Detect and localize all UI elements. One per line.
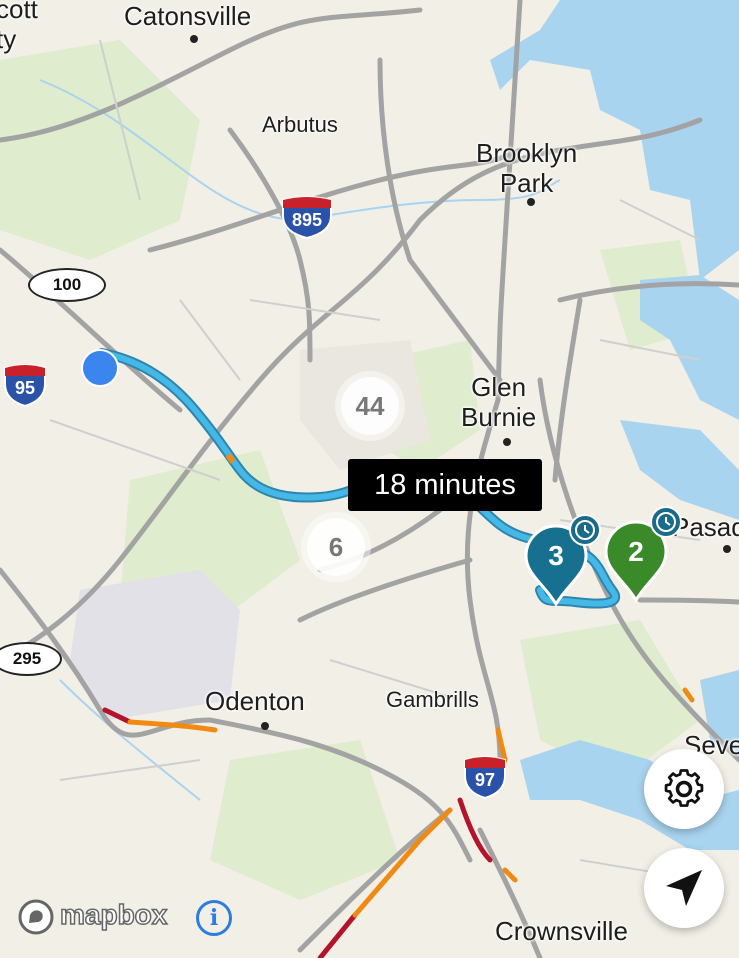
place-label-line: Glen [471,372,527,402]
place-label-brooklyn-park: Brooklyn Park [476,138,577,198]
interstate-number: 895 [291,210,323,230]
place-label-line: Park [499,168,554,198]
interstate-shield-95: 95 [2,364,48,408]
clock-icon [650,506,682,538]
mapbox-icon [18,899,54,935]
place-label-odenton: Odenton [205,686,305,716]
route-traffic-moderate [225,453,236,464]
place-label-crownsville: Crownsville [495,916,628,946]
clock-icon [569,514,601,546]
mapbox-wordmark: mapbox [59,898,168,931]
navigation-arrow-icon [666,870,702,906]
route-shield-100: 100 [28,268,106,302]
interstate-number: 97 [474,770,496,790]
place-dot [723,545,731,553]
place-label-catonsville: Catonsville [124,1,252,31]
place-dot [261,722,269,730]
place-label-ellicott: cott ty [0,0,38,54]
mapbox-logo[interactable]: mapbox [16,897,186,937]
cluster-marker-44[interactable]: 44 [341,377,399,435]
interstate-number: 95 [14,378,36,398]
interstate-shield-97: 97 [462,756,508,800]
interstate-shield-895: 895 [280,196,334,240]
place-dot [527,198,535,206]
place-label-arbutus: Arbutus [262,112,338,137]
place-label-pasadena: Pasad [672,512,739,542]
place-label-line: cott [0,0,38,24]
stop-number: 2 [628,536,644,567]
place-dot [190,35,198,43]
place-label-line: Burnie [461,402,537,432]
recenter-button[interactable] [644,848,724,928]
attribution-info-button[interactable]: i [196,900,232,936]
route-eta-label: 18 minutes [348,459,542,511]
gear-icon [664,769,704,807]
settings-button[interactable] [644,749,724,829]
place-label-gambrills: Gambrills [386,687,479,712]
current-location-dot [81,349,119,387]
place-label-line: Brooklyn [476,138,578,168]
place-label-line: ty [0,24,17,54]
cluster-marker-6[interactable]: 6 [307,518,365,576]
place-dot [503,438,511,446]
place-label-glen-burnie: Glen Burnie [461,372,536,432]
